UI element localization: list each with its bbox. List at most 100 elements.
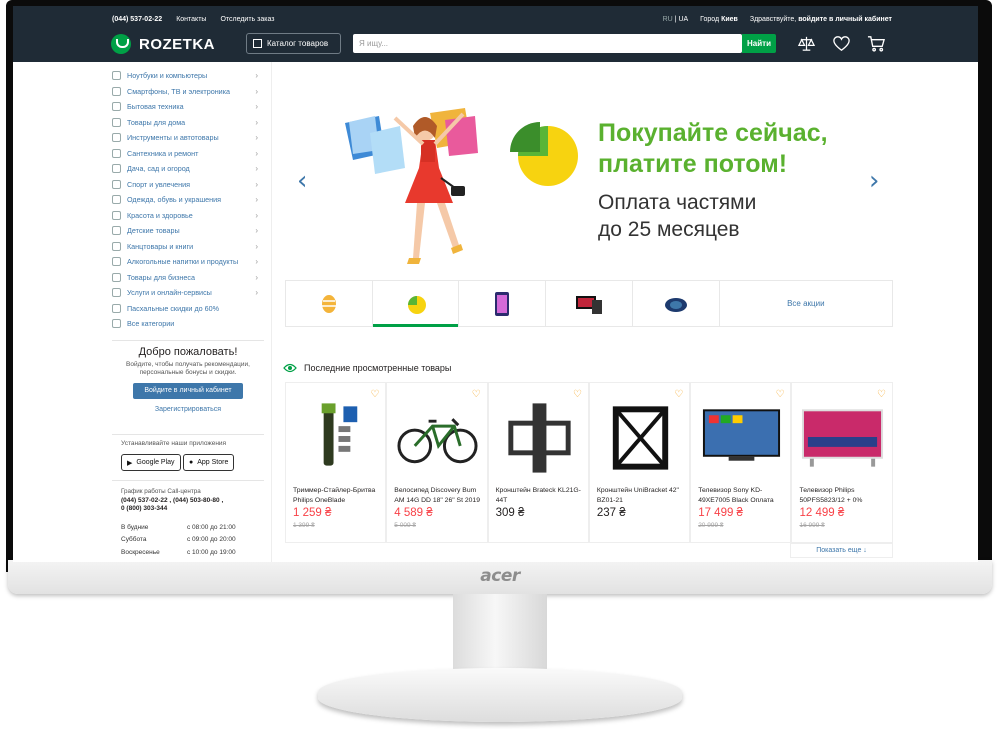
sidebar-category-label: Смартфоны, ТВ и электроника [127, 86, 230, 96]
smartphone-icon [495, 291, 510, 316]
sidebar-login-button[interactable]: Войдите в личный кабинет [133, 383, 243, 399]
category-sidebar: Ноутбуки и компьютеры › Смартфоны, ТВ и эл… [112, 68, 264, 332]
sidebar-category[interactable]: Одежда, обувь и украшения › [112, 192, 264, 208]
banner-prev-arrow[interactable]: ‹ [297, 166, 307, 196]
search-button[interactable]: Найти [742, 34, 776, 53]
callcenter-phones[interactable]: (044) 537-02-22 , (044) 503-80-80 , [121, 497, 223, 504]
callcenter-title: График работы Call-центра [121, 488, 201, 495]
contacts-link[interactable]: Контакты [176, 16, 206, 23]
lang-ua[interactable]: UA [678, 16, 688, 23]
pie-chart-icon [510, 122, 578, 186]
banner-tab-headset[interactable] [633, 281, 720, 326]
banner-tab-gaming[interactable] [546, 281, 633, 326]
banner-tab-installments[interactable] [372, 281, 460, 327]
apple-icon: ● [189, 459, 194, 466]
product-name[interactable]: Кронштейн UniBracket 42" BZ01-21 [597, 486, 687, 506]
sidebar-category[interactable]: Ноутбуки и компьютеры › [112, 68, 264, 84]
chevron-right-icon: › [255, 288, 258, 298]
product-image[interactable] [699, 399, 784, 474]
product-name[interactable]: Триммер-Стайлер-Бритва Philips OneBlade [293, 486, 383, 506]
product-card[interactable]: ♡ Телевизор Sony KD-49XE7005 Black Оплата… [690, 382, 792, 543]
sidebar-category[interactable]: Сантехника и ремонт › [112, 146, 264, 162]
monitor: acer (044) 537-02-22 Контакты Отследить … [0, 0, 1000, 729]
product-card[interactable]: ♡ Кронштейн Brateck KL21G-44T 309 ₴ [487, 382, 589, 543]
schedule-day: Воскресенье [121, 548, 160, 556]
compare-icon[interactable] [797, 34, 816, 53]
search-input[interactable]: Я ищу... [353, 34, 742, 53]
sidebar-category-label: Спорт и увлечения [127, 179, 191, 189]
track-order-link[interactable]: Отследить заказ [220, 16, 274, 23]
product-image[interactable] [294, 399, 379, 474]
product-image[interactable] [395, 399, 480, 474]
welcome-box: Добро пожаловать! Войдите, чтобы получат… [112, 346, 264, 413]
product-name[interactable]: Кронштейн Brateck KL21G-44T [496, 486, 586, 506]
product-card[interactable]: ♡ Телевизор Philips 50PFS5823/12 + 0% 12 4… [791, 382, 893, 543]
sidebar-category[interactable]: Услуги и онлайн-сервисы › [112, 285, 264, 301]
sidebar-category-label: Алкогольные напитки и продукты [127, 257, 239, 267]
city-select[interactable]: Киев [721, 16, 738, 23]
callcenter-phone-free[interactable]: 0 (800) 303-344 [121, 505, 167, 512]
banner-tab-smartphone[interactable] [459, 281, 547, 326]
sidebar-category[interactable]: Спорт и увлечения › [112, 177, 264, 193]
product-name[interactable]: Телевизор Philips 50PFS5823/12 + 0% [799, 486, 889, 506]
sidebar-category[interactable]: Смартфоны, ТВ и электроника › [112, 84, 264, 100]
sidebar-category[interactable]: Инструменты и автотовары › [112, 130, 264, 146]
site-header: (044) 537-02-22 Контакты Отследить заказ… [13, 6, 978, 62]
banner-tabs: Все акции [285, 280, 893, 327]
callcenter-info: График работы Call-центра (044) 537-02-2… [121, 488, 223, 514]
header-login-link[interactable]: войдите в личный кабинет [798, 16, 892, 23]
sidebar-category-label: Красота и здоровье [127, 210, 193, 220]
sidebar-category[interactable]: Бытовая техника › [112, 99, 264, 115]
header-icons [797, 34, 886, 53]
chevron-right-icon: › [255, 148, 258, 158]
category-icon [112, 319, 121, 329]
banner-headline-1: Покупайте сейчас, [598, 119, 828, 147]
category-icon [112, 179, 121, 189]
product-card[interactable]: ♡ Триммер-Стайлер-Бритва Philips OneBlade… [285, 382, 387, 543]
sidebar-category[interactable]: Канцтовары и книги › [112, 239, 264, 255]
logo[interactable]: ROZETKA [111, 34, 215, 54]
divider [112, 434, 264, 435]
sidebar-category[interactable]: Товары для дома › [112, 115, 264, 131]
product-card[interactable]: ♡ Велосипед Discovery Bum AM 14G DD 18" 2… [386, 382, 488, 543]
category-icon [112, 288, 121, 298]
divider [271, 62, 272, 562]
divider [112, 340, 264, 341]
product-card[interactable]: ♡ Кронштейн UniBracket 42" BZ01-21 237 ₴ [588, 382, 691, 543]
gaming-pc-icon [576, 295, 603, 314]
sidebar-category[interactable]: Детские товары › [112, 223, 264, 239]
header-phone[interactable]: (044) 537-02-22 [112, 16, 162, 23]
chevron-right-icon: › [255, 241, 258, 251]
logo-text: ROZETKA [139, 35, 215, 53]
product-old-price: 5 009 ₴ [394, 522, 416, 529]
catalog-button[interactable]: Каталог товаров [246, 33, 341, 54]
register-link[interactable]: Зарегистрироваться [112, 406, 264, 413]
sidebar-category[interactable]: Все категории [112, 316, 264, 332]
recent-title: Последние просмотренные товары [304, 363, 452, 373]
heart-icon[interactable] [832, 34, 851, 53]
google-play-button[interactable]: ▶ Google Play [121, 454, 181, 471]
banner-headline: Покупайте сейчас, платите потом! [598, 118, 898, 180]
headset-icon [664, 297, 687, 312]
banner-tab-all[interactable]: Все акции [720, 281, 892, 326]
sidebar-category-label: Дача, сад и огород [127, 164, 190, 174]
sidebar-category[interactable]: Товары для бизнеса › [112, 270, 264, 286]
sidebar-category[interactable]: Дача, сад и огород › [112, 161, 264, 177]
product-name[interactable]: Телевизор Sony KD-49XE7005 Black Оплата [698, 486, 788, 506]
lang-ru[interactable]: RU [663, 16, 673, 23]
cart-icon[interactable] [867, 34, 886, 53]
sidebar-category[interactable]: Красота и здоровье › [112, 208, 264, 224]
product-image[interactable] [800, 399, 885, 474]
app-store-button[interactable]: ● App Store [183, 454, 235, 471]
product-name[interactable]: Велосипед Discovery Bum AM 14G DD 18" 26… [394, 486, 484, 506]
product-image[interactable] [497, 399, 582, 474]
city-label: Город [700, 16, 720, 23]
banner-tab-easter[interactable] [286, 281, 373, 326]
greeting-text: Здравствуйте, [749, 16, 797, 23]
sidebar-category[interactable]: Алкогольные напитки и продукты › [112, 254, 264, 270]
category-icon [112, 210, 121, 220]
product-image[interactable] [598, 399, 683, 474]
sidebar-category-label: Одежда, обувь и украшения [127, 195, 222, 205]
sidebar-category[interactable]: Пасхальные скидки до 60% [112, 301, 264, 317]
show-more-button[interactable]: Показать еще ↓ [790, 543, 893, 558]
